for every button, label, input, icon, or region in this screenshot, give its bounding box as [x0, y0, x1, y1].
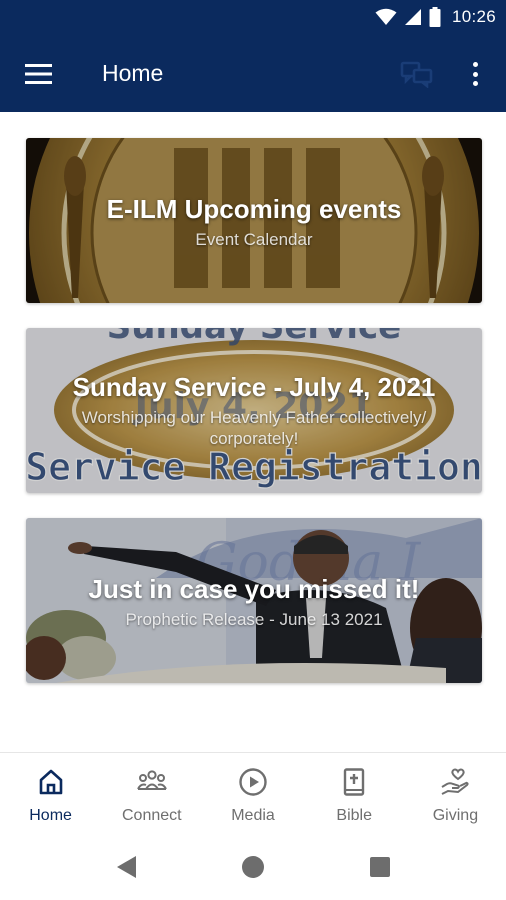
status-icons: 10:26 — [375, 7, 496, 27]
card-subtitle: Prophetic Release - June 13 2021 — [125, 610, 383, 629]
nav-label: Giving — [432, 807, 479, 824]
card-text: E-ILM Upcoming events Event Calendar — [26, 194, 482, 250]
home-icon — [39, 769, 62, 795]
card-text: Just in case you missed it! Prophetic Re… — [26, 574, 482, 630]
back-triangle-icon[interactable] — [114, 854, 140, 880]
cell-signal-icon — [404, 9, 421, 25]
wifi-icon — [375, 8, 397, 25]
app-bar: Home — [0, 36, 506, 112]
nav-item-media[interactable]: Media — [202, 753, 303, 834]
nav-item-home[interactable]: Home — [0, 753, 101, 834]
battery-icon — [429, 7, 441, 27]
card-text: Sunday Service - July 4, 2021 Worshippin… — [26, 372, 482, 449]
more-vertical-icon-dot — [472, 81, 478, 86]
bible-icon — [344, 768, 365, 796]
heart-hand-icon — [441, 768, 470, 795]
status-bar: 10:26 — [0, 0, 506, 36]
more-vertical-icon-dot — [472, 71, 478, 77]
play-circle-icon — [239, 768, 267, 796]
nav-label: Media — [231, 807, 275, 824]
more-options-button[interactable] — [464, 58, 486, 90]
nav-item-bible[interactable]: Bible — [304, 753, 405, 834]
more-vertical-icon-dot — [472, 62, 478, 67]
recents-square-icon[interactable] — [370, 857, 390, 877]
nav-label: Bible — [336, 807, 372, 824]
home-screen: 10:26 Home E-ILM Upcoming events Event C… — [0, 0, 506, 900]
chat-button[interactable] — [400, 60, 434, 89]
menu-icon — [25, 64, 52, 84]
card-subtitle: Worshipping our Heavenly Father collecti… — [81, 408, 427, 448]
nav-label: Home — [29, 807, 72, 824]
system-navigation-bar — [0, 834, 506, 900]
card-title: Sunday Service - July 4, 2021 — [72, 372, 436, 402]
nav-item-connect[interactable]: Connect — [101, 753, 202, 834]
nav-item-giving[interactable]: Giving — [405, 753, 506, 834]
people-group-icon — [136, 770, 167, 790]
nav-label: Connect — [122, 807, 182, 824]
card-title: Just in case you missed it! — [88, 574, 420, 604]
bottom-navigation: Home Connect Media Bible Giving — [0, 752, 506, 834]
sunday-service-card[interactable]: Sunday Service July 4, 2021 Service Regi… — [26, 328, 482, 493]
prophetic-release-card[interactable]: Godina I Just in case you missed it! Pro… — [26, 518, 482, 683]
card-subtitle: Event Calendar — [195, 230, 313, 249]
status-time: 10:26 — [451, 7, 496, 26]
card-title: E-ILM Upcoming events — [106, 194, 402, 224]
page-title: Home — [102, 60, 164, 86]
menu-button[interactable] — [24, 62, 54, 86]
events-card[interactable]: E-ILM Upcoming events Event Calendar — [26, 138, 482, 303]
chat-icon — [400, 61, 433, 89]
home-circle-icon[interactable] — [242, 856, 264, 878]
